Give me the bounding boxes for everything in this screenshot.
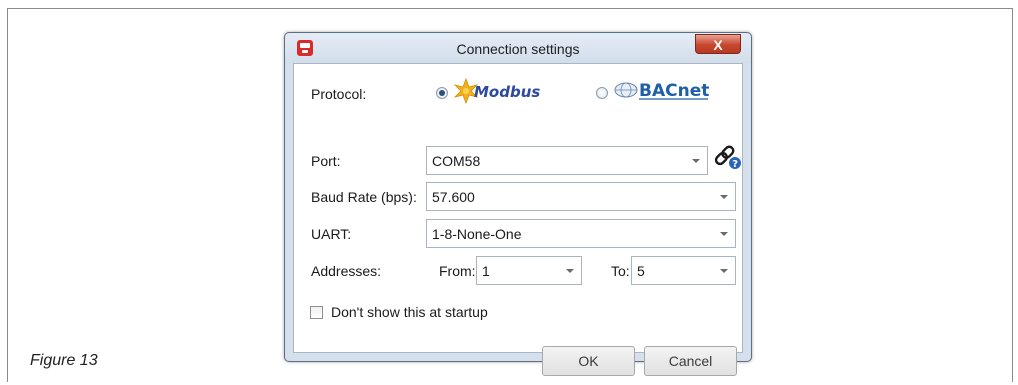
link-help-icon[interactable]: ? [712,142,742,170]
close-button[interactable]: X [695,34,741,54]
chevron-down-icon [720,269,728,273]
chevron-down-icon [692,159,700,163]
modbus-logo-text: Modbus [474,83,540,101]
dialog-body: Protocol: Modbus BACnet Port: COM58 ? Ba… [293,63,743,376]
modbus-logo: Modbus [453,78,540,104]
port-select[interactable]: COM58 [426,146,708,175]
dont-show-startup-checkbox[interactable] [310,306,323,319]
addresses-label: Addresses: [311,263,382,279]
dialog-title: Connection settings [456,41,580,57]
chevron-down-icon [720,232,728,236]
address-to-select[interactable]: 5 [631,256,736,285]
figure-caption: Figure 13 [30,352,98,369]
address-from-value: 1 [482,263,490,279]
from-label: From: [439,263,476,279]
address-to-value: 5 [637,263,645,279]
ok-button[interactable]: OK [542,346,635,376]
baud-rate-select[interactable]: 57.600 [426,182,736,211]
svg-text:?: ? [732,159,738,170]
connection-settings-dialog: Connection settings X Protocol: Modbus B… [284,32,752,376]
to-label: To: [611,263,630,279]
bacnet-globe-icon [614,82,638,98]
protocol-label: Protocol: [311,86,367,102]
bacnet-logo: BACnet [614,81,709,101]
chevron-down-icon [720,195,728,199]
protocol-bacnet-radio[interactable] [596,87,608,99]
address-from-select[interactable]: 1 [476,256,582,285]
baud-rate-value: 57.600 [432,189,475,205]
port-label: Port: [311,153,341,169]
title-bar: Connection settings X [285,33,751,63]
dont-show-startup-label[interactable]: Don't show this at startup [331,304,488,320]
uart-label: UART: [311,226,352,242]
baud-rate-label: Baud Rate (bps): [311,189,417,205]
uart-select[interactable]: 1-8-None-One [426,219,736,248]
protocol-modbus-radio[interactable] [436,87,448,99]
bacnet-logo-text: BACnet [639,81,709,101]
cancel-button[interactable]: Cancel [644,346,737,376]
chevron-down-icon [566,269,574,273]
uart-value: 1-8-None-One [432,226,522,242]
port-value: COM58 [432,153,481,169]
